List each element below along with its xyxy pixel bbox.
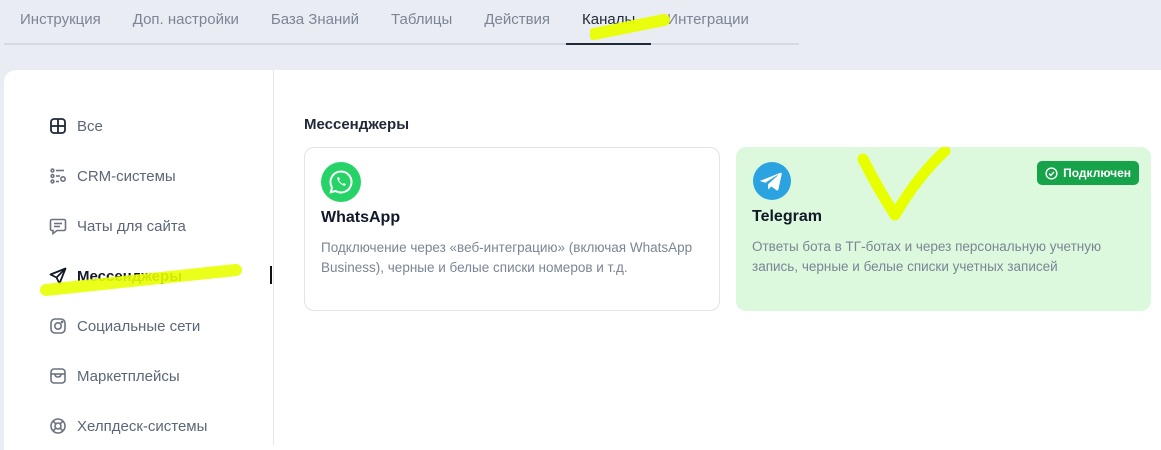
sidebar-item-messengers[interactable]: Мессенджеры bbox=[49, 261, 182, 291]
list-settings-icon bbox=[50, 168, 67, 184]
sidebar-item-crm[interactable]: CRM-системы bbox=[49, 161, 176, 191]
tab-knowledge-base[interactable]: База Знаний bbox=[255, 0, 375, 43]
telegram-icon bbox=[753, 162, 791, 200]
card-title: WhatsApp bbox=[321, 209, 401, 226]
check-circle-icon bbox=[1045, 166, 1058, 180]
sidebar-item-marketplaces[interactable]: Маркетплейсы bbox=[49, 361, 180, 391]
connected-badge: Подключен bbox=[1037, 161, 1139, 185]
whatsapp-card[interactable]: WhatsApp Подключение через «веб-интеграц… bbox=[304, 147, 720, 311]
lifebuoy-icon bbox=[50, 418, 66, 434]
sidebar-item-label: Социальные сети bbox=[77, 317, 201, 335]
sidebar-item-label: Хелпдеск-системы bbox=[77, 417, 208, 435]
sidebar: Все CRM-системы Чаты для сайта Мессендже… bbox=[4, 70, 274, 445]
sidebar-item-label: Все bbox=[77, 117, 103, 135]
grid-icon bbox=[50, 118, 66, 134]
tab-channels[interactable]: Каналы bbox=[566, 0, 652, 45]
tab-actions[interactable]: Действия bbox=[468, 0, 566, 43]
sidebar-item-all[interactable]: Все bbox=[49, 111, 103, 141]
sidebar-item-helpdesk[interactable]: Хелпдеск-системы bbox=[49, 411, 207, 441]
tab-bar: Инструкция Доп. настройки База Знаний Та… bbox=[4, 0, 799, 45]
sidebar-item-label: Маркетплейсы bbox=[77, 367, 180, 385]
tab-tables[interactable]: Таблицы bbox=[375, 0, 468, 43]
badge-label: Подключен bbox=[1063, 166, 1131, 180]
chat-icon bbox=[49, 218, 67, 235]
tab-instruction[interactable]: Инструкция bbox=[4, 0, 117, 43]
sidebar-item-label: Чаты для сайта bbox=[77, 217, 186, 235]
tab-integrations[interactable]: Интеграции bbox=[651, 0, 765, 43]
card-description: Подключение через «веб-интеграцию» (вклю… bbox=[321, 240, 693, 275]
whatsapp-icon bbox=[321, 162, 361, 202]
sidebar-item-social[interactable]: Социальные сети bbox=[49, 311, 200, 341]
telegram-card[interactable]: Подключен Telegram Ответы бота в ТГ-бота… bbox=[736, 147, 1151, 311]
send-icon bbox=[49, 267, 67, 285]
sidebar-item-label: CRM-системы bbox=[77, 167, 176, 185]
instagram-icon bbox=[50, 318, 66, 334]
sidebar-item-label: Мессенджеры bbox=[77, 267, 182, 285]
card-title: Telegram bbox=[752, 208, 822, 225]
text-cursor bbox=[270, 266, 272, 284]
store-icon bbox=[50, 368, 66, 384]
tab-extra-settings[interactable]: Доп. настройки bbox=[117, 0, 255, 43]
main-panel: Все CRM-системы Чаты для сайта Мессендже… bbox=[4, 70, 1161, 450]
card-description: Ответы бота в ТГ-ботах и через персональ… bbox=[752, 239, 1102, 274]
sidebar-item-site-chats[interactable]: Чаты для сайта bbox=[49, 211, 186, 241]
section-title: Мессенджеры bbox=[304, 116, 409, 133]
